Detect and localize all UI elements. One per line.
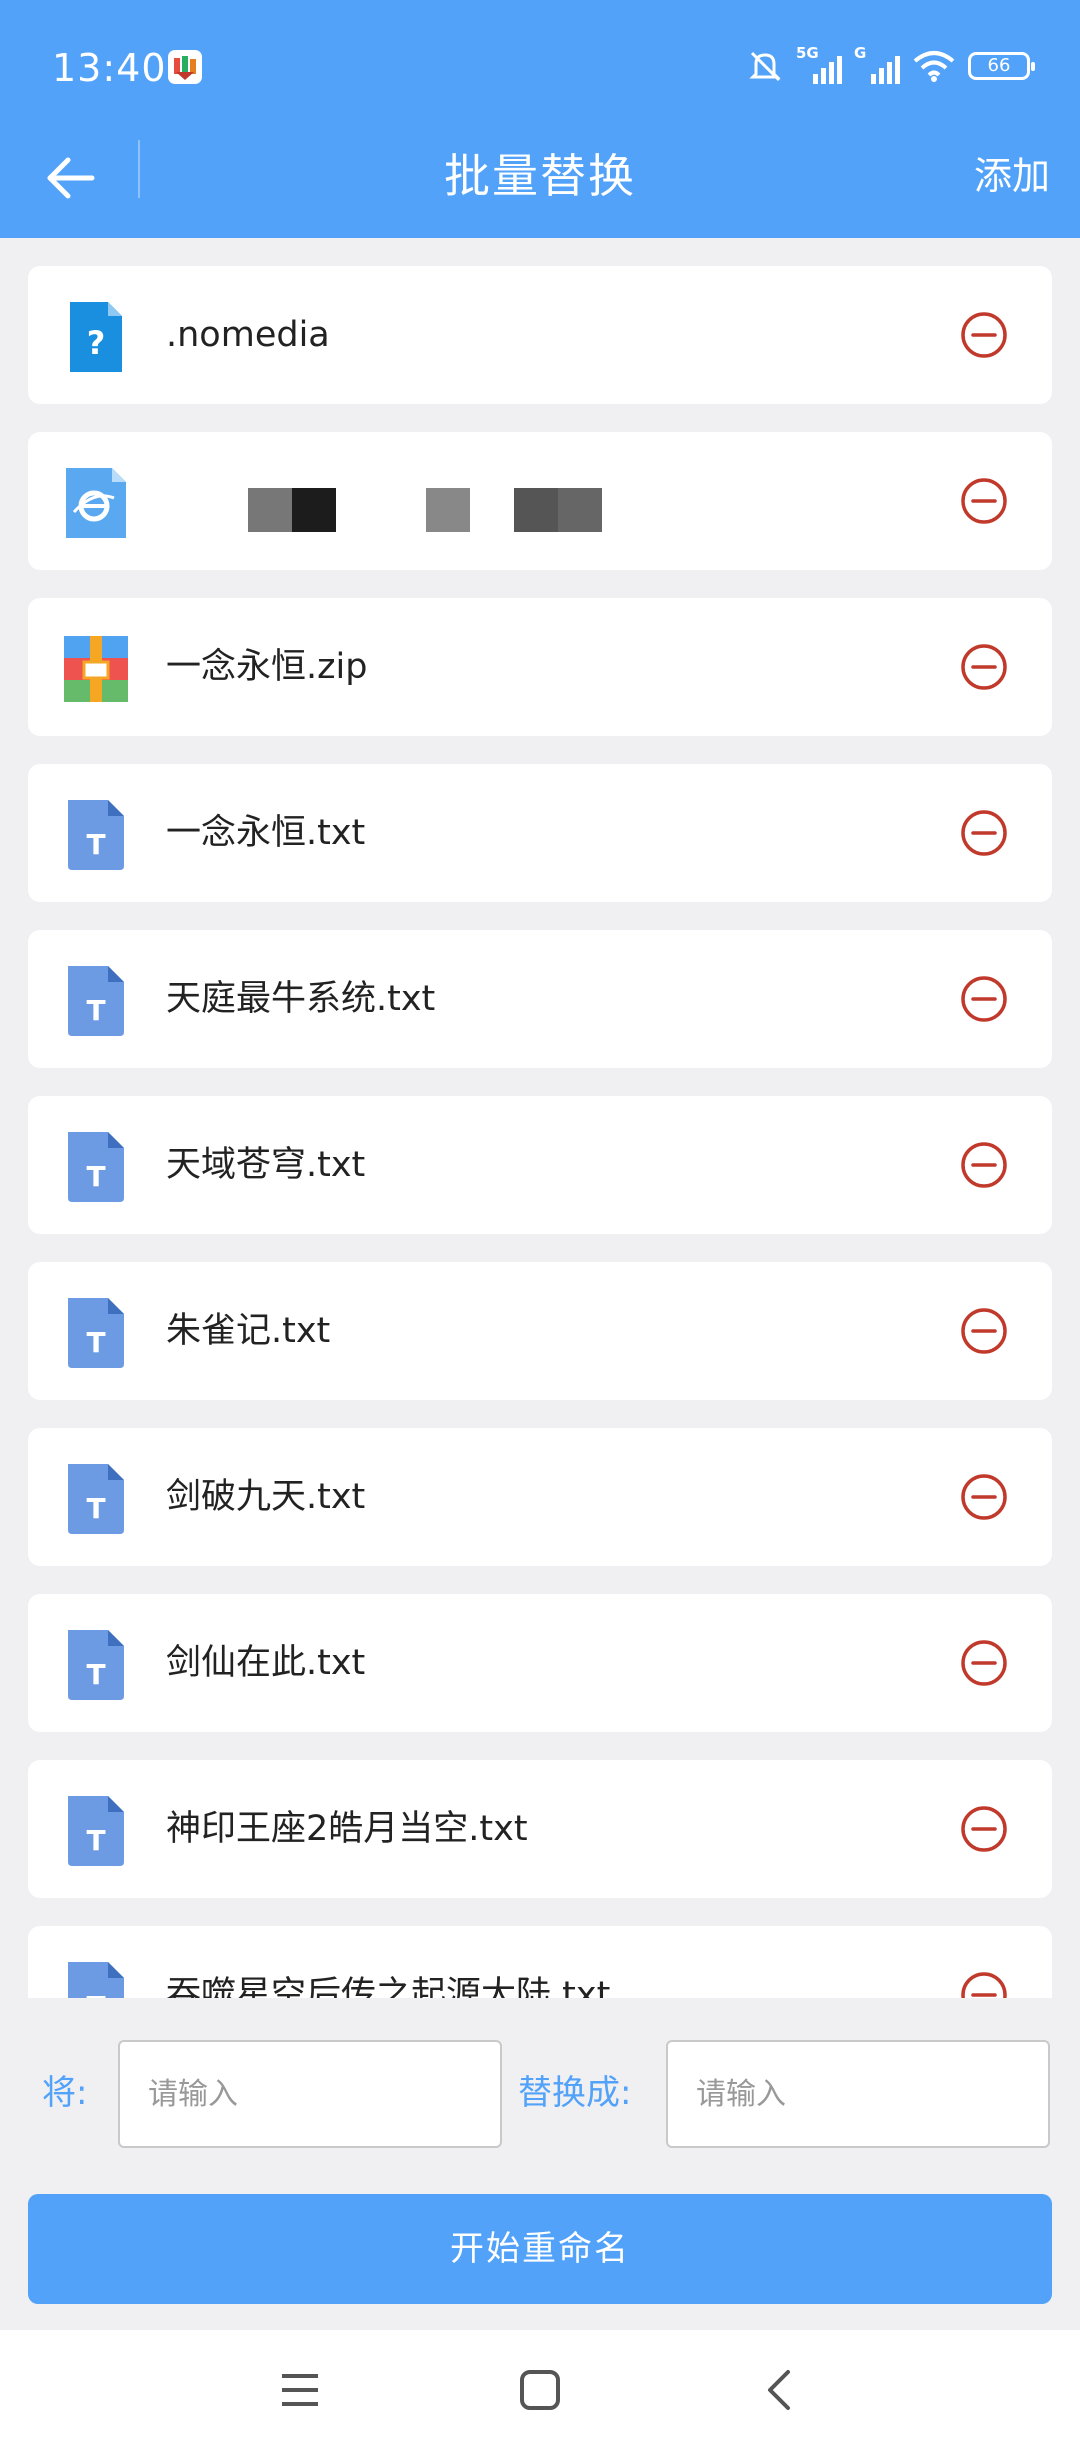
remove-icon[interactable] (960, 477, 1008, 525)
add-button[interactable]: 添加 (974, 136, 1050, 216)
html-file-icon (64, 468, 128, 538)
file-row[interactable]: T 剑仙在此.txt (28, 1594, 1052, 1732)
wifi-icon (913, 51, 955, 82)
status-bar: 13:40 5G G 66 (0, 0, 1080, 135)
file-name: 剑仙在此.txt (166, 1643, 366, 1683)
redacted-filename (128, 432, 748, 570)
file-name: 一念永恒.zip (166, 647, 368, 687)
app-notification-icon (168, 50, 202, 84)
remove-icon[interactable] (960, 1473, 1008, 1521)
mute-bell-icon (749, 51, 781, 82)
start-rename-button[interactable]: 开始重命名 (28, 2194, 1052, 2304)
file-row[interactable]: T 朱雀记.txt (28, 1262, 1052, 1400)
file-row[interactable]: ? .nomedia (28, 266, 1052, 404)
remove-icon[interactable] (960, 975, 1008, 1023)
remove-icon[interactable] (960, 1805, 1008, 1853)
system-nav-bar (0, 2330, 1080, 2460)
nav-bar: 批量替换 添加 (0, 130, 1080, 238)
file-list[interactable]: ? .nomedia 一念永恒.zip T 一念永恒.txt T 天庭最牛系统.txt T 天域… (0, 238, 1080, 1998)
txt-file-icon: T (64, 966, 128, 1036)
file-name: .nomedia (166, 315, 330, 355)
file-row[interactable]: T 天域苍穹.txt (28, 1096, 1052, 1234)
app-header: 13:40 5G G 66 批量替换 添加 (0, 0, 1080, 238)
home-icon[interactable] (518, 2368, 562, 2412)
remove-icon[interactable] (960, 1307, 1008, 1355)
remove-icon[interactable] (960, 1141, 1008, 1189)
file-name: 朱雀记.txt (166, 1311, 331, 1351)
remove-icon[interactable] (960, 643, 1008, 691)
svg-text:T: T (86, 1326, 105, 1359)
file-row[interactable]: T 吞噬星空后传之起源大陆.txt (28, 1926, 1052, 1998)
file-row[interactable] (28, 432, 1052, 570)
file-row[interactable]: T 一念永恒.txt (28, 764, 1052, 902)
file-name: 天庭最牛系统.txt (166, 979, 436, 1019)
file-name: 神印王座2皓月当空.txt (166, 1809, 528, 1849)
svg-text:T: T (86, 1492, 105, 1525)
page-title: 批量替换 (444, 149, 636, 203)
file-row[interactable]: T 神印王座2皓月当空.txt (28, 1760, 1052, 1898)
txt-file-icon: T (64, 1298, 128, 1368)
back-icon[interactable] (758, 2368, 802, 2412)
from-input[interactable] (118, 2040, 502, 2148)
signal-g-icon: G (854, 44, 900, 86)
file-name: 剑破九天.txt (166, 1477, 366, 1517)
file-name: 一念永恒.txt (166, 813, 366, 853)
file-row[interactable]: 一念永恒.zip (28, 598, 1052, 736)
remove-icon[interactable] (960, 1971, 1008, 1998)
file-row[interactable]: T 剑破九天.txt (28, 1428, 1052, 1566)
svg-text:T: T (86, 994, 105, 1027)
unknown-file-icon: ? (64, 302, 128, 372)
signal-5g-icon: 5G (796, 44, 842, 86)
remove-icon[interactable] (960, 809, 1008, 857)
txt-file-icon: T (64, 800, 128, 870)
txt-file-icon: T (64, 1796, 128, 1866)
txt-file-icon: T (64, 1630, 128, 1700)
svg-text:T: T (86, 1658, 105, 1691)
to-input[interactable] (666, 2040, 1050, 2148)
from-label: 将: (42, 2073, 88, 2113)
file-name: 天域苍穹.txt (166, 1145, 366, 1185)
svg-text:T: T (86, 1990, 105, 1998)
txt-file-icon: T (64, 1464, 128, 1534)
status-time: 13:40 (52, 46, 167, 90)
file-name: 吞噬星空后传之起源大陆.txt (166, 1975, 611, 1998)
battery-icon: 66 (968, 52, 1035, 80)
svg-text:T: T (86, 828, 105, 861)
to-label: 替换成: (518, 2073, 632, 2113)
menu-icon[interactable] (278, 2368, 322, 2412)
svg-text:?: ? (87, 324, 106, 362)
file-row[interactable]: T 天庭最牛系统.txt (28, 930, 1052, 1068)
svg-text:T: T (86, 1160, 105, 1193)
remove-icon[interactable] (960, 311, 1008, 359)
remove-icon[interactable] (960, 1639, 1008, 1687)
txt-file-icon: T (64, 1962, 128, 1998)
replace-form: 将: 替换成: (0, 1998, 1080, 2188)
svg-text:T: T (86, 1824, 105, 1857)
zip-file-icon (64, 634, 128, 704)
txt-file-icon: T (64, 1132, 128, 1202)
status-icons: 5G G 66 (746, 44, 1035, 88)
